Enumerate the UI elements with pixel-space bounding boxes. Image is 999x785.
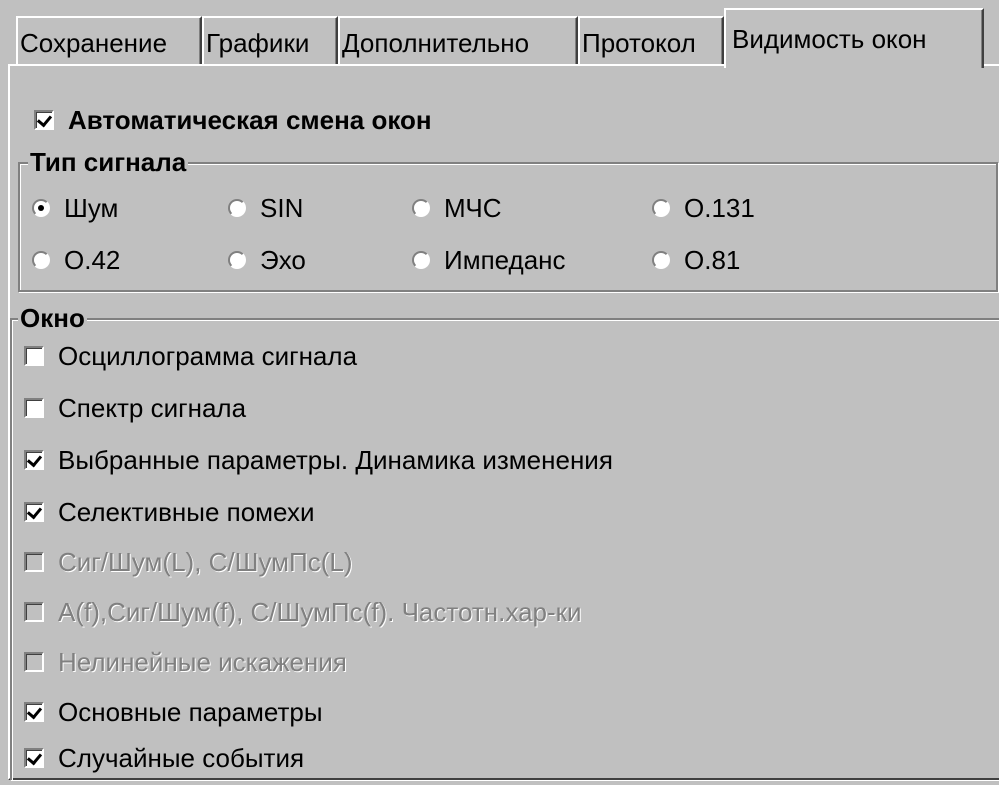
- tab-save[interactable]: Сохранение: [16, 16, 202, 66]
- radio-mchs[interactable]: МЧС: [412, 190, 501, 226]
- window-item-main-params[interactable]: Основные параметры: [24, 694, 323, 730]
- settings-dialog: Сохранение Графики Дополнительно Протоко…: [0, 0, 999, 785]
- window-item-nonlinear-checkbox: [24, 652, 44, 672]
- tab-additional[interactable]: Дополнительно: [338, 16, 578, 66]
- window-item-selective-noise-checkbox[interactable]: [24, 502, 44, 522]
- auto-switch-label: Автоматическая смена окон: [68, 104, 432, 135]
- tab-window-visibility-label: Видимость окон: [732, 24, 927, 54]
- radio-sin-label: SIN: [260, 192, 304, 223]
- tab-page: Автоматическая смена окон Тип сигнала Шу…: [8, 64, 999, 780]
- window-item-oscillogram-label: Осциллограмма сигнала: [58, 340, 358, 371]
- window-item-nonlinear-label: Нелинейные искажения: [58, 646, 347, 677]
- radio-o81[interactable]: О.81: [652, 242, 740, 278]
- tab-graphs[interactable]: Графики: [202, 16, 338, 66]
- radio-o131[interactable]: О.131: [652, 190, 755, 226]
- radio-o81-label: О.81: [684, 244, 741, 275]
- radio-o131-button[interactable]: [652, 199, 670, 217]
- radio-noise[interactable]: Шум: [32, 190, 118, 226]
- window-item-snr-level: Сиг/Шум(L), С/ШумПс(L): [24, 544, 353, 580]
- radio-sin[interactable]: SIN: [228, 190, 303, 226]
- radio-mchs-button[interactable]: [412, 199, 430, 217]
- window-item-selected-params[interactable]: Выбранные параметры. Динамика изменения: [24, 442, 613, 478]
- radio-echo[interactable]: Эхо: [228, 242, 306, 278]
- window-item-freq-response: А(f),Сиг/Шум(f), С/ШумПс(f). Частотн.хар…: [24, 594, 582, 630]
- window-item-random-events[interactable]: Случайные события: [24, 740, 304, 776]
- window-item-freq-response-label: А(f),Сиг/Шум(f), С/ШумПс(f). Частотн.хар…: [58, 596, 582, 627]
- radio-o131-label: О.131: [684, 192, 755, 223]
- radio-impedance-button[interactable]: [412, 251, 430, 269]
- radio-mchs-label: МЧС: [444, 192, 502, 223]
- radio-echo-button[interactable]: [228, 251, 246, 269]
- window-group-title: Окно: [18, 303, 87, 333]
- window-item-spectrum[interactable]: Спектр сигнала: [24, 390, 246, 426]
- window-item-snr-level-label: Сиг/Шум(L), С/ШумПс(L): [58, 546, 353, 577]
- tab-additional-label: Дополнительно: [342, 28, 530, 58]
- tab-protocol[interactable]: Протокол: [578, 16, 724, 66]
- radio-o81-button[interactable]: [652, 251, 670, 269]
- window-item-snr-level-checkbox: [24, 552, 44, 572]
- radio-o42-label: О.42: [64, 244, 121, 275]
- radio-impedance[interactable]: Импеданс: [412, 242, 566, 278]
- tab-strip: Сохранение Графики Дополнительно Протоко…: [8, 8, 999, 68]
- window-item-nonlinear: Нелинейные искажения: [24, 644, 347, 680]
- radio-impedance-label: Импеданс: [444, 244, 566, 275]
- tab-window-visibility[interactable]: Видимость окон: [724, 8, 984, 68]
- window-item-main-params-label: Основные параметры: [58, 696, 323, 727]
- tab-graphs-label: Графики: [206, 28, 310, 58]
- window-item-random-events-checkbox[interactable]: [24, 748, 44, 768]
- radio-noise-label: Шум: [64, 192, 119, 223]
- window-item-freq-response-checkbox: [24, 602, 44, 622]
- window-item-selective-noise[interactable]: Селективные помехи: [24, 494, 314, 530]
- window-item-selective-noise-label: Селективные помехи: [58, 496, 315, 527]
- window-item-selected-params-label: Выбранные параметры. Динамика изменения: [58, 444, 613, 475]
- radio-noise-button[interactable]: [32, 199, 50, 217]
- auto-switch-checkbox[interactable]: [34, 110, 54, 130]
- auto-switch-checkbox-row[interactable]: Автоматическая смена окон: [34, 102, 432, 138]
- radio-o42-button[interactable]: [32, 251, 50, 269]
- radio-echo-label: Эхо: [260, 244, 306, 275]
- window-item-spectrum-checkbox[interactable]: [24, 398, 44, 418]
- tab-save-label: Сохранение: [20, 28, 168, 58]
- window-item-main-params-checkbox[interactable]: [24, 702, 44, 722]
- signal-type-title: Тип сигнала: [28, 147, 189, 177]
- window-item-oscillogram[interactable]: Осциллограмма сигнала: [24, 338, 357, 374]
- window-item-oscillogram-checkbox[interactable]: [24, 346, 44, 366]
- window-item-selected-params-checkbox[interactable]: [24, 450, 44, 470]
- window-item-spectrum-label: Спектр сигнала: [58, 392, 247, 423]
- window-item-random-events-label: Случайные события: [58, 742, 305, 773]
- radio-sin-button[interactable]: [228, 199, 246, 217]
- tab-protocol-label: Протокол: [582, 28, 696, 58]
- radio-o42[interactable]: О.42: [32, 242, 120, 278]
